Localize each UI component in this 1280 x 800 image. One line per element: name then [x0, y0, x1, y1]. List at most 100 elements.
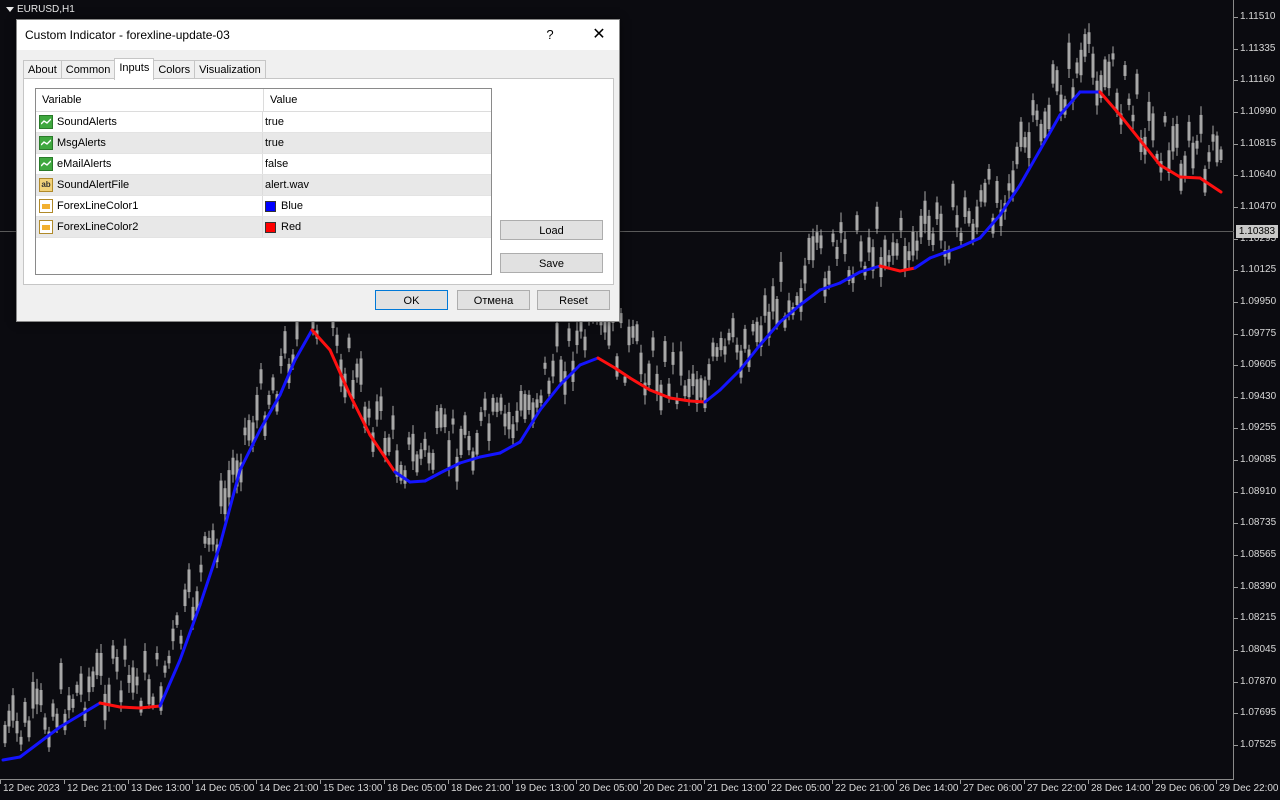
- forexline-segment: [898, 266, 917, 273]
- grid-header: Variable Value: [36, 89, 491, 112]
- dialog-title: Custom Indicator - forexline-update-03: [25, 28, 230, 42]
- variable-value[interactable]: alert.wav: [265, 175, 309, 195]
- tab-visualization[interactable]: Visualization: [194, 60, 266, 79]
- price-tick: 1.09950: [1233, 295, 1277, 307]
- time-tick: 18 Dec 05:00: [384, 780, 447, 794]
- current-price-label: 1.10383: [1236, 225, 1278, 238]
- color-icon: [39, 199, 53, 213]
- forexline-segment: [478, 451, 502, 459]
- variable-name: MsgAlerts: [57, 137, 106, 149]
- reset-button[interactable]: Reset: [537, 290, 610, 310]
- price-tick: 1.09255: [1233, 422, 1277, 434]
- price-tick: 1.08390: [1233, 580, 1277, 592]
- forexline-segment: [328, 348, 352, 397]
- close-button[interactable]: ✕: [580, 20, 618, 50]
- forexline-segment: [1, 755, 22, 762]
- grid-row-forexlinecolor1[interactable]: ForexLineColor1 Blue: [36, 196, 491, 217]
- ok-button[interactable]: OK: [375, 290, 448, 310]
- time-tick: 29 Dec 06:00: [1152, 780, 1215, 794]
- time-tick: 13 Dec 13:00: [128, 780, 191, 794]
- tab-about[interactable]: About: [23, 60, 62, 79]
- inputs-panel: Variable Value SoundAlerts true MsgAlert…: [23, 78, 614, 285]
- forexline-segment: [558, 363, 582, 387]
- price-tick: 1.10470: [1233, 200, 1277, 212]
- symbol-label: EURUSD,H1: [6, 4, 75, 15]
- color-swatch-red: [265, 221, 276, 233]
- forexline-segment: [178, 603, 202, 662]
- time-tick: 19 Dec 13:00: [512, 780, 575, 794]
- price-axis[interactable]: 1.11510 1.11335 1.11160 1.10990 1.10815 1.106…: [1233, 0, 1280, 780]
- price-tick: 1.10125: [1233, 264, 1277, 276]
- time-tick: 21 Dec 13:00: [704, 780, 767, 794]
- time-tick: 20 Dec 05:00: [576, 780, 639, 794]
- forexline-segment: [1118, 113, 1142, 142]
- time-tick: 14 Dec 21:00: [256, 780, 319, 794]
- forexline-segment: [138, 704, 162, 710]
- price-tick: 1.09605: [1233, 359, 1277, 371]
- grid-row-soundalerts[interactable]: SoundAlerts true: [36, 112, 491, 133]
- color-icon: [39, 220, 53, 234]
- cancel-button[interactable]: Отмена: [457, 290, 530, 310]
- price-tick: 1.09430: [1233, 390, 1277, 402]
- forexline-segment: [798, 288, 822, 307]
- header-variable[interactable]: Variable: [36, 89, 264, 111]
- tab-inputs[interactable]: Inputs: [114, 58, 155, 80]
- price-tick: 1.08735: [1233, 517, 1277, 529]
- bool-icon: [39, 136, 53, 150]
- time-axis[interactable]: 12 Dec 2023 12 Dec 21:00 13 Dec 13:00 14 De…: [0, 780, 1279, 800]
- string-icon: ab: [39, 178, 53, 192]
- variable-value[interactable]: Red: [281, 217, 301, 237]
- symbol-text: EURUSD,H1: [17, 4, 75, 15]
- forexline-segment: [878, 264, 902, 273]
- variable-name: SoundAlerts: [57, 116, 117, 128]
- forexline-segment: [348, 393, 372, 437]
- price-tick: 1.07525: [1233, 738, 1277, 750]
- time-tick: 22 Dec 05:00: [768, 780, 831, 794]
- forexline-segment: [628, 376, 652, 392]
- price-tick: 1.07695: [1233, 707, 1277, 719]
- forexline-segment: [596, 356, 617, 370]
- forexline-segment: [58, 713, 82, 729]
- grid-row-msgalerts[interactable]: MsgAlerts true: [36, 133, 491, 154]
- time-tick: 12 Dec 21:00: [64, 780, 127, 794]
- grid-row-emailalerts[interactable]: eMailAlerts false: [36, 154, 491, 175]
- forexline-segment: [688, 399, 707, 404]
- variable-value[interactable]: Blue: [281, 196, 303, 216]
- variable-name: ForexLineColor1: [57, 200, 139, 212]
- save-button[interactable]: Save: [500, 253, 603, 273]
- header-value[interactable]: Value: [264, 89, 297, 111]
- forexline-segment: [423, 471, 442, 483]
- custom-indicator-dialog: Custom Indicator - forexline-update-03 ?…: [16, 19, 620, 322]
- color-swatch-blue: [265, 200, 276, 212]
- grid-row-soundalertfile[interactable]: ab SoundAlertFile alert.wav: [36, 175, 491, 196]
- price-tick: 1.09085: [1233, 454, 1277, 466]
- price-tick: 1.10815: [1233, 137, 1277, 149]
- forexline-segment: [958, 236, 982, 249]
- variable-value[interactable]: false: [265, 154, 288, 174]
- dialog-titlebar[interactable]: Custom Indicator - forexline-update-03 ?…: [17, 20, 619, 50]
- forexline-segment: [858, 264, 882, 274]
- price-tick: 1.11510: [1233, 11, 1276, 22]
- forexline-segment: [98, 701, 122, 709]
- grid-row-forexlinecolor2[interactable]: ForexLineColor2 Red: [36, 217, 491, 238]
- tab-colors[interactable]: Colors: [153, 60, 196, 79]
- time-tick: 20 Dec 21:00: [640, 780, 703, 794]
- tab-common[interactable]: Common: [60, 60, 116, 79]
- forexline-segment: [1058, 90, 1082, 117]
- forexline-segment: [718, 368, 742, 392]
- load-button[interactable]: Load: [500, 220, 603, 240]
- forexline-segment: [310, 328, 332, 352]
- time-tick: 27 Dec 06:00: [960, 780, 1023, 794]
- forexline-segment: [118, 705, 142, 710]
- price-tick: 1.08910: [1233, 485, 1277, 497]
- bool-icon: [39, 115, 53, 129]
- chevron-down-icon[interactable]: [6, 7, 14, 12]
- variable-value[interactable]: true: [265, 133, 284, 153]
- time-tick: 12 Dec 2023: [0, 780, 60, 794]
- help-button[interactable]: ?: [535, 20, 565, 50]
- price-tick: 1.08045: [1233, 644, 1277, 655]
- forexline-segment: [158, 658, 182, 708]
- time-tick: 18 Dec 21:00: [448, 780, 511, 794]
- forexline-segment: [978, 213, 1002, 240]
- variable-value[interactable]: true: [265, 112, 284, 132]
